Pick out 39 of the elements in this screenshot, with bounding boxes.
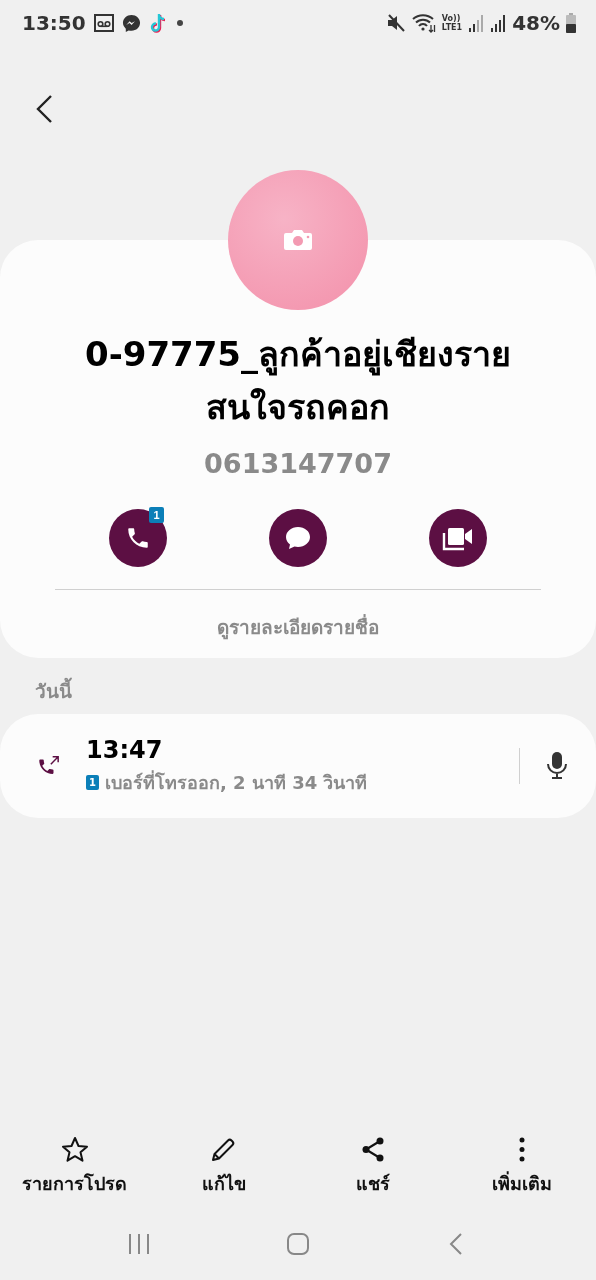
dot-icon [176,20,183,26]
star-icon [60,1136,89,1163]
toolbar-button[interactable]: แก้ไข [149,1136,298,1198]
toolbar-button[interactable]: รายการโปรด [0,1136,149,1198]
camera-icon [283,228,313,252]
call-button[interactable]: 1 [109,509,167,567]
sim-badge: 1 [149,507,164,523]
toolbar-button[interactable]: แชร์ [298,1136,447,1198]
phone-number: 0613147707 [204,448,392,479]
contact-name: สนใจรถคอก [206,386,390,429]
wifi-icon [411,13,436,33]
messenger-icon [121,13,141,33]
signal-icon [490,14,507,32]
sim-badge: 1 [86,774,99,790]
signal-icon [468,14,485,32]
call-details: เบอร์ที่โทรออก, 2 นาที 34 วินาที [105,769,368,795]
battery-percentage: 48% [512,11,560,35]
lte-label: LTE1 [441,23,463,32]
message-button[interactable] [269,509,327,567]
call-log-item[interactable]: 13:47 1 เบอร์ที่โทรออก, 2 นาที 34 วินาที [0,714,596,818]
video-camera-icon [442,525,474,551]
mute-icon [385,14,406,32]
voice-recording-button[interactable] [546,750,568,782]
volte-label: Vo)) [441,14,461,23]
video-call-button[interactable] [429,509,487,567]
chat-bubble-icon [284,524,312,552]
phone-icon [125,525,151,551]
clock: 13:50 [22,11,86,35]
recent-apps-button[interactable] [127,1232,152,1256]
toolbar-button[interactable]: เพิ่มเติม [447,1136,596,1198]
more-options-icon [517,1136,526,1163]
contact-name: 0-97775_ลูกค้าอยู่เชียงราย [84,333,512,378]
share-icon [359,1136,386,1163]
outgoing-call-icon [38,755,60,777]
pencil-icon [210,1136,237,1163]
voicemail-icon [93,14,114,32]
call-time: 13:47 [86,735,164,764]
battery-icon [566,13,576,33]
home-button[interactable] [286,1232,310,1256]
